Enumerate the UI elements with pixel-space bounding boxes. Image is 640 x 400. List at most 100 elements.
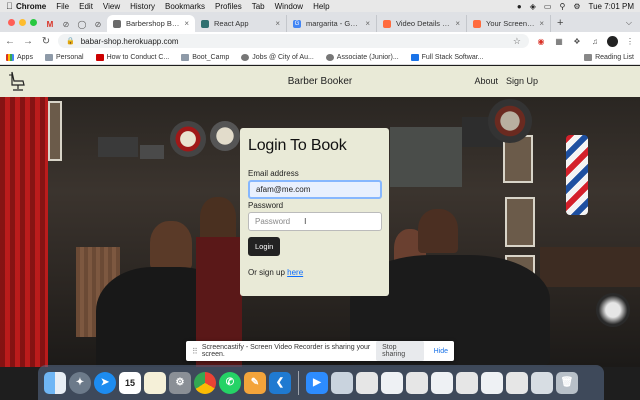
tab-search-icon[interactable]: ⌵: [618, 18, 640, 32]
folder-icon: [181, 53, 190, 61]
app-navbar: Barber Booker About Sign Up: [0, 66, 640, 97]
calendar-icon[interactable]: 15: [119, 371, 141, 394]
stop-sharing-button[interactable]: Stop sharing: [376, 341, 424, 361]
zoom-icon[interactable]: ▶: [306, 371, 328, 394]
reload-icon[interactable]: ↻: [40, 36, 52, 47]
sharing-message: Screencastify - Screen Video Recorder is…: [201, 344, 371, 358]
apps-grid-icon: [6, 53, 14, 61]
vscode-icon[interactable]: ❮: [269, 371, 291, 394]
menu-bookmarks[interactable]: Bookmarks: [165, 2, 205, 11]
notes-icon[interactable]: [144, 371, 166, 394]
bookmark-full-stack[interactable]: Full Stack Softwar...: [410, 53, 484, 61]
url-text[interactable]: babar-shop.herokuapp.com: [81, 37, 179, 46]
battery-icon[interactable]: ▭: [544, 2, 552, 11]
screen-sharing-banner: ⠿ Screencastify - Screen Video Recorder …: [186, 341, 454, 361]
back-icon[interactable]: ←: [4, 36, 16, 47]
bookmark-associate[interactable]: Associate (Junior)...: [325, 53, 399, 61]
wifi-icon[interactable]: ◈: [530, 2, 536, 11]
bookmark-label: Boot_Camp: [192, 53, 230, 61]
tab-react-app[interactable]: React App ×: [195, 15, 287, 32]
apple-menu-icon[interactable]: : [6, 1, 16, 11]
drag-handle-icon[interactable]: ⠿: [192, 347, 198, 356]
pinned-tab-gmail-icon[interactable]: M: [43, 16, 57, 32]
hide-banner-button[interactable]: Hide: [434, 348, 448, 355]
documents-icon[interactable]: [406, 371, 428, 394]
status-area: ● ◈ ▭ ⚲ ⚙ Tue 7:01 PM: [517, 2, 634, 11]
close-tab-icon[interactable]: ×: [184, 19, 189, 28]
pinned-tab-icon[interactable]: ⊘: [59, 16, 73, 32]
zoom-window-icon[interactable]: [30, 19, 37, 26]
close-tab-icon[interactable]: ×: [365, 19, 370, 28]
menu-view[interactable]: View: [103, 2, 120, 11]
bookmark-label: Associate (Junior)...: [336, 53, 399, 61]
menu-file[interactable]: File: [56, 2, 69, 11]
reading-list[interactable]: Reading List: [584, 53, 634, 61]
nav-signup-link[interactable]: Sign Up: [506, 76, 538, 86]
menu-help[interactable]: Help: [313, 2, 329, 11]
chrome-icon[interactable]: [194, 371, 216, 394]
pinned-tab-github-icon[interactable]: ◯: [75, 16, 89, 32]
menu-tab[interactable]: Tab: [252, 2, 265, 11]
finder-icon[interactable]: [44, 371, 66, 394]
documents-icon[interactable]: [506, 371, 528, 394]
email-field[interactable]: afam@me.com: [248, 180, 382, 199]
bookmark-jobs[interactable]: Jobs @ City of Au...: [241, 53, 314, 61]
close-tab-icon[interactable]: ×: [539, 19, 544, 28]
preview-icon[interactable]: [331, 371, 353, 394]
pages-icon[interactable]: ✎: [244, 371, 266, 394]
record-icon[interactable]: ●: [517, 2, 522, 11]
screencastify-extension-icon[interactable]: ◉: [535, 35, 547, 47]
documents-icon[interactable]: [431, 371, 453, 394]
tab-video-details[interactable]: Video Details - Scre ×: [377, 15, 467, 32]
brand-title[interactable]: Barber Booker: [0, 76, 640, 87]
trash-icon[interactable]: 🗑: [556, 371, 578, 394]
google-favicon-icon: G: [293, 19, 301, 28]
tab-barbershop-booker[interactable]: Barbershop Booker ×: [107, 15, 195, 32]
minimize-window-icon[interactable]: [19, 19, 26, 26]
new-tab-icon[interactable]: +: [551, 17, 569, 32]
clock[interactable]: Tue 7:01 PM: [588, 2, 634, 11]
downloads-stack-icon[interactable]: [531, 371, 553, 394]
menu-history[interactable]: History: [130, 2, 155, 11]
browser-toolbar: ← → ↻ 🔒 babar-shop.herokuapp.com ☆ ◉ ▦ ❖…: [0, 32, 640, 50]
bookmark-favicon-icon: [95, 53, 104, 61]
documents-icon[interactable]: [356, 371, 378, 394]
password-field[interactable]: Password I: [248, 212, 382, 231]
lock-icon[interactable]: 🔒: [66, 37, 75, 45]
bookmark-apps[interactable]: Apps: [6, 53, 33, 61]
documents-icon[interactable]: [456, 371, 478, 394]
pinned-tab-icon[interactable]: ⊘: [91, 16, 105, 32]
close-window-icon[interactable]: [8, 19, 15, 26]
bookmark-star-icon[interactable]: ☆: [513, 36, 521, 47]
close-tab-icon[interactable]: ×: [275, 19, 280, 28]
documents-icon[interactable]: [481, 371, 503, 394]
documents-icon[interactable]: [381, 371, 403, 394]
extensions-puzzle-icon[interactable]: ❖: [571, 35, 583, 47]
bookmark-how-to-conduct[interactable]: How to Conduct C...: [95, 53, 169, 61]
address-bar[interactable]: 🔒 babar-shop.herokuapp.com ☆: [58, 34, 529, 48]
control-center-icon[interactable]: ⚙: [573, 2, 580, 11]
tab-your-screencasts[interactable]: Your Screencasts - S ×: [467, 15, 551, 32]
nav-about-link[interactable]: About: [474, 76, 498, 86]
close-tab-icon[interactable]: ×: [455, 19, 460, 28]
search-icon[interactable]: ⚲: [559, 2, 565, 11]
signup-link[interactable]: here: [287, 268, 303, 277]
bookmark-personal[interactable]: Personal: [44, 53, 84, 61]
menu-window[interactable]: Window: [275, 2, 303, 11]
media-controls-icon[interactable]: ♫: [589, 35, 601, 47]
email-label: Email address: [248, 169, 299, 178]
extension-icon[interactable]: ▦: [553, 35, 565, 47]
whatsapp-icon[interactable]: ✆: [219, 371, 241, 394]
tab-google-search[interactable]: G margarita - Google S ×: [287, 15, 377, 32]
system-preferences-icon[interactable]: ⚙: [169, 371, 191, 394]
menu-profiles[interactable]: Profiles: [215, 2, 242, 11]
bookmark-boot-camp[interactable]: Boot_Camp: [181, 53, 230, 61]
menu-edit[interactable]: Edit: [79, 2, 93, 11]
launchpad-icon[interactable]: ✦: [69, 371, 91, 394]
menu-app-chrome[interactable]: Chrome: [16, 2, 46, 11]
chrome-menu-icon[interactable]: ⋮: [624, 35, 636, 47]
login-button[interactable]: Login: [248, 237, 281, 256]
forward-icon[interactable]: →: [22, 36, 34, 47]
safari-icon[interactable]: ➤: [94, 371, 116, 394]
profile-avatar[interactable]: [607, 35, 618, 47]
